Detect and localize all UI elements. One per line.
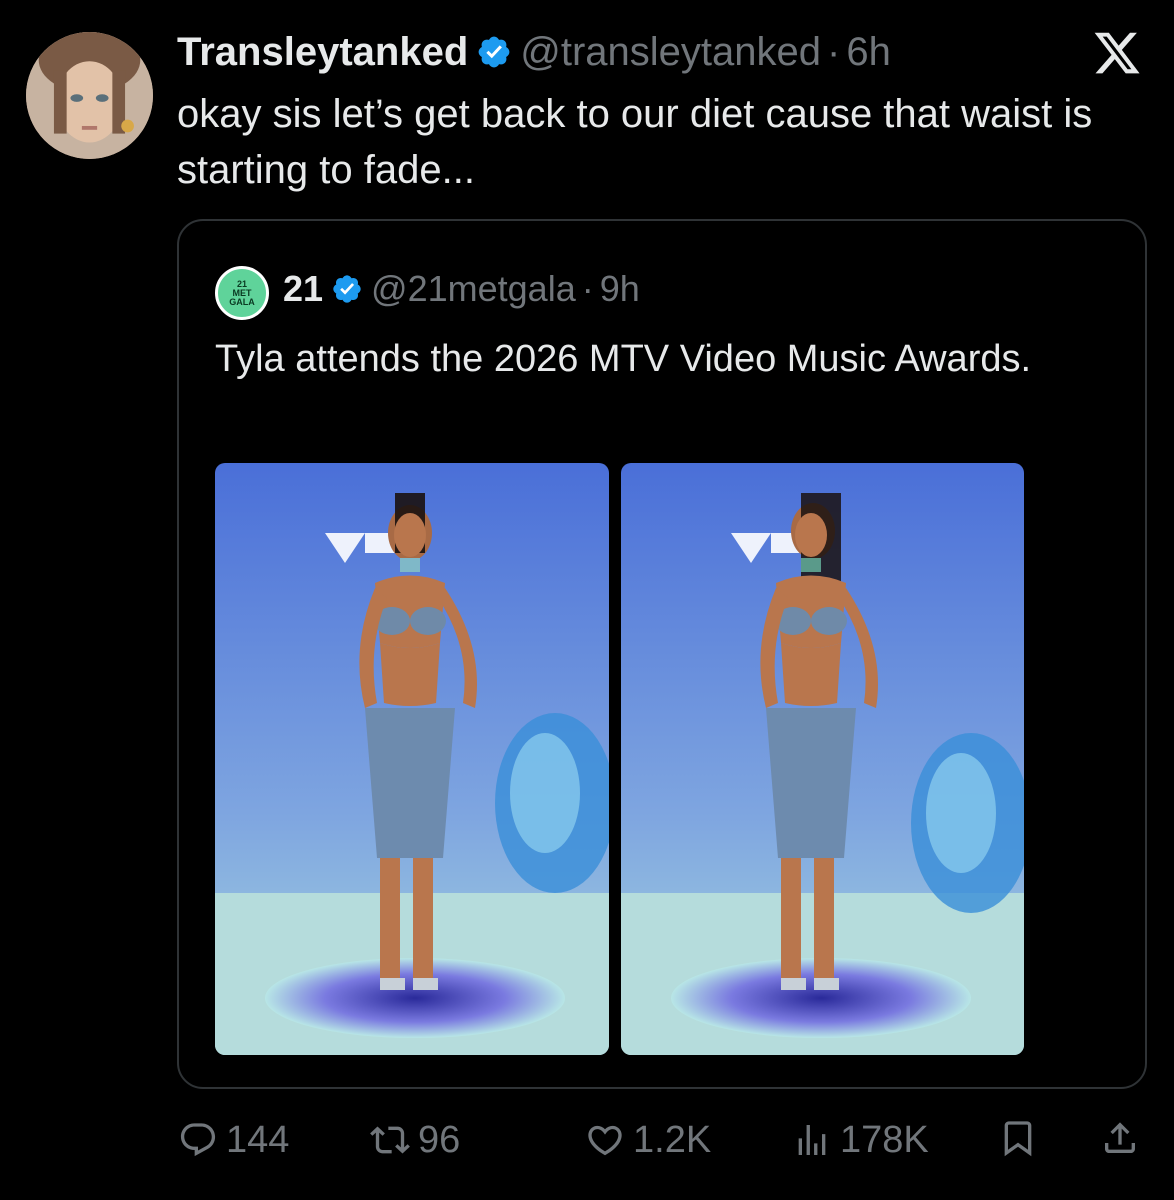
views-icon [798, 1125, 826, 1155]
tweet-timestamp[interactable]: 6h [846, 28, 891, 76]
verified-badge-icon [478, 36, 510, 68]
author-avatar[interactable] [26, 32, 153, 159]
quoted-text: Tyla attends the 2026 MTV Video Music Aw… [215, 338, 1032, 380]
quoted-header: 21 @21metgala · 9h [283, 267, 640, 311]
share-icon [1105, 1122, 1135, 1153]
separator-dot: · [827, 30, 841, 74]
quoted-timestamp[interactable]: 9h [600, 267, 640, 311]
bookmark-button[interactable] [998, 1118, 1038, 1158]
author-display-name[interactable]: Transleytanked [177, 28, 468, 76]
verified-badge-icon [333, 275, 361, 303]
x-logo-icon [1094, 32, 1140, 74]
quoted-handle[interactable]: @21metgala [371, 267, 576, 311]
like-button[interactable]: 1.2K [585, 1118, 711, 1162]
share-button[interactable] [1100, 1118, 1140, 1158]
avatar-text-line: GALA [229, 296, 255, 307]
views-button[interactable]: 178K [792, 1118, 929, 1162]
reply-button[interactable]: 144 [178, 1118, 289, 1162]
like-count: 1.2K [633, 1119, 712, 1161]
like-icon [588, 1125, 622, 1156]
repost-count: 96 [418, 1119, 461, 1161]
quoted-tweet-card[interactable]: 21 MET GALA 21 @21metgala · 9h Tyla atte… [177, 219, 1147, 1089]
bookmark-icon [1004, 1121, 1032, 1157]
quoted-avatar[interactable]: 21 MET GALA [215, 266, 269, 320]
tweet-header: Transleytanked @transleytanked · 6h [177, 28, 891, 76]
photo-2[interactable] [621, 463, 1024, 1055]
tweet-text: okay sis let’s get back to our diet caus… [177, 92, 1093, 192]
quoted-display-name[interactable]: 21 [283, 267, 323, 311]
reply-icon [180, 1123, 216, 1157]
separator-dot: · [581, 268, 594, 309]
photo-1[interactable] [215, 463, 609, 1055]
reply-count: 144 [226, 1119, 290, 1161]
views-count: 178K [840, 1119, 929, 1161]
repost-icon [370, 1126, 410, 1154]
action-bar: 144 96 1.2K 178K [0, 1108, 1174, 1168]
repost-button[interactable]: 96 [370, 1118, 460, 1162]
author-handle[interactable]: @transleytanked [520, 28, 821, 76]
